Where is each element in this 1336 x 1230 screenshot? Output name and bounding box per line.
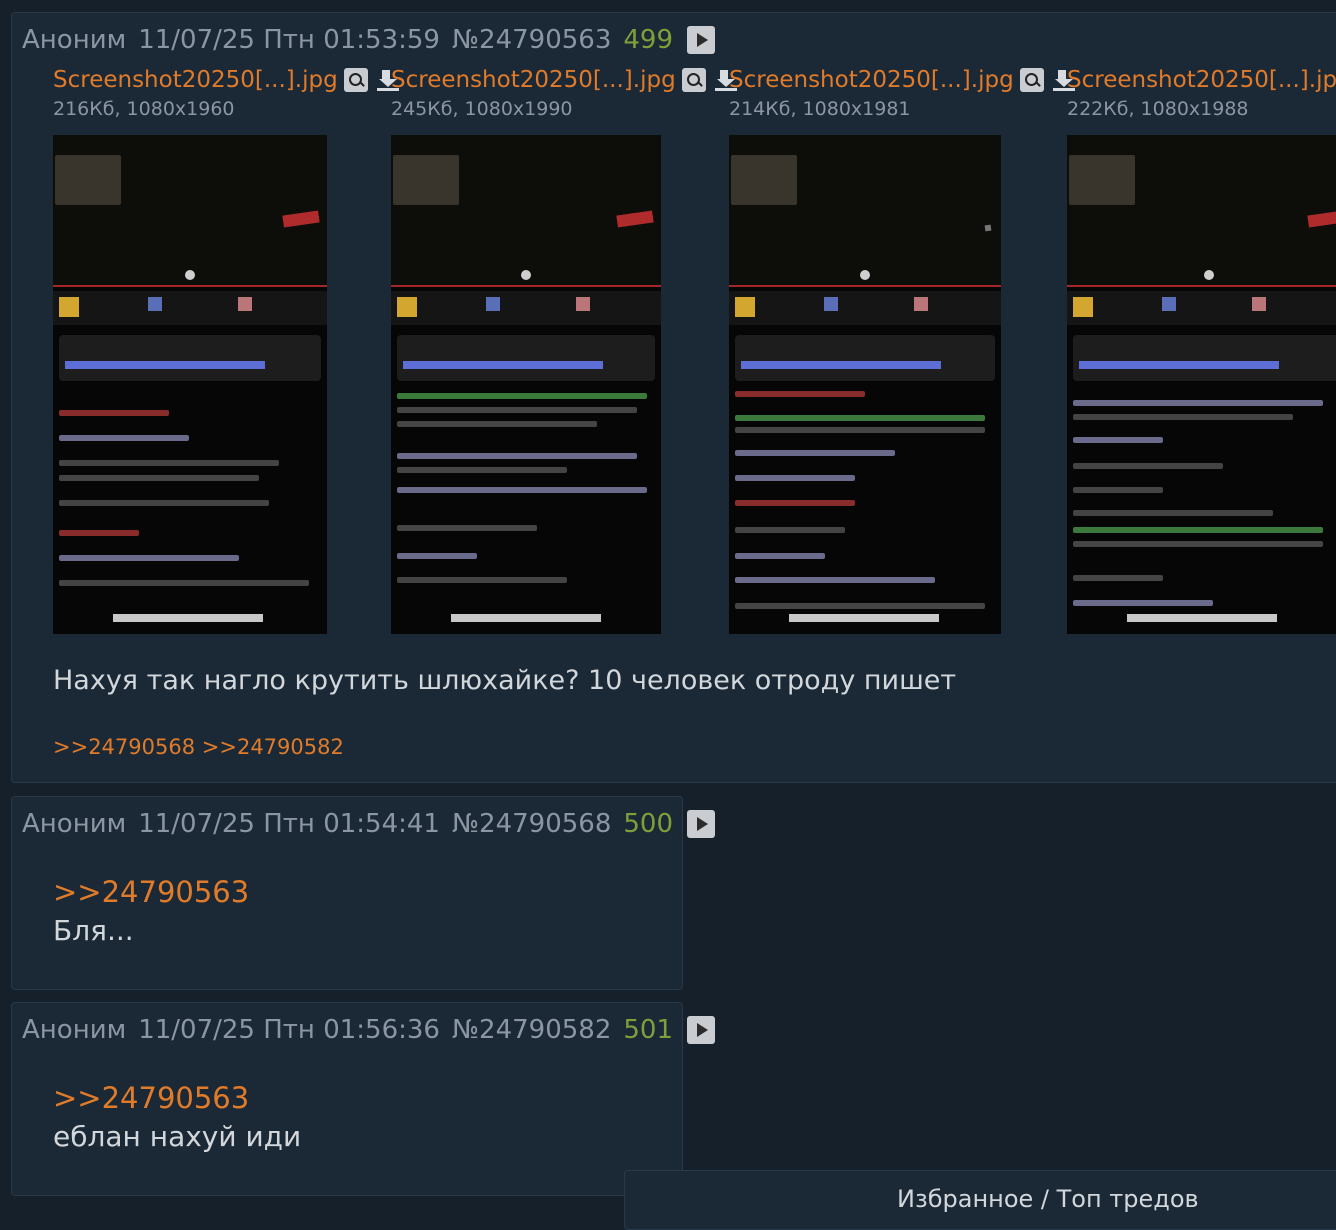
post-counter: 499 (623, 25, 674, 55)
file-name-link[interactable]: Screenshot20250[...].jpg (53, 67, 338, 93)
poster-name: Аноним (22, 809, 127, 839)
image-thumbnail[interactable] (1067, 135, 1336, 634)
expand-play-icon[interactable] (687, 810, 716, 838)
file-meta: 214Кб, 1080x1981 (729, 98, 911, 120)
post-counter: 500 (623, 809, 674, 839)
post-header: Аноним 11/07/25 Птн 01:53:59 №24790563 4… (22, 25, 727, 55)
post-header: Аноним 11/07/25 Птн 01:54:41 №24790568 5… (22, 809, 727, 839)
reply-link[interactable]: >>24790568 (53, 735, 195, 759)
file-meta: 245Кб, 1080x1990 (391, 98, 573, 120)
expand-play-icon[interactable] (687, 1016, 716, 1044)
file-attachment: Screenshot20250[...].jpg 214Кб, 1080x198… (729, 65, 1076, 121)
quote-link[interactable]: >>24790563 (53, 875, 249, 909)
post-counter: 501 (623, 1015, 674, 1045)
poster-name: Аноним (22, 1015, 127, 1045)
post-number[interactable]: №24790582 (452, 1015, 611, 1045)
post-date: 11/07/25 Птн 01:56:36 (138, 1015, 440, 1045)
reply-link[interactable]: >>24790582 (202, 735, 344, 759)
search-icon[interactable] (343, 68, 368, 92)
poster-name: Аноним (22, 25, 127, 55)
post: Аноним 11/07/25 Птн 01:53:59 №24790563 4… (11, 12, 1336, 783)
replies-list: >>24790568 >>24790582 (53, 735, 344, 759)
favorites-panel-title[interactable]: Избранное / Топ тредов (897, 1185, 1199, 1213)
file-name-link[interactable]: Screenshot20250[...].jpg (391, 67, 676, 93)
post: Аноним 11/07/25 Птн 01:54:41 №24790568 5… (11, 796, 716, 990)
post-message: Бля... (53, 914, 134, 947)
quote-link[interactable]: >>24790563 (53, 1081, 249, 1115)
file-attachment: Screenshot20250[...].jpg 245Кб, 1080x199… (391, 65, 738, 121)
file-name-link[interactable]: Screenshot20250[...].jpg (1067, 67, 1336, 93)
post-date: 11/07/25 Птн 01:54:41 (138, 809, 440, 839)
file-meta: 222Кб, 1080x1988 (1067, 98, 1249, 120)
file-meta: 216Кб, 1080x1960 (53, 98, 235, 120)
post-number[interactable]: №24790563 (452, 25, 611, 55)
image-thumbnail[interactable] (729, 135, 1001, 634)
post-number[interactable]: №24790568 (452, 809, 611, 839)
search-icon[interactable] (681, 68, 706, 92)
image-thumbnail[interactable] (53, 135, 327, 634)
search-icon[interactable] (1019, 68, 1044, 92)
post-header: Аноним 11/07/25 Птн 01:56:36 №24790582 5… (22, 1015, 727, 1045)
image-thumbnail[interactable] (391, 135, 661, 634)
file-name-link[interactable]: Screenshot20250[...].jpg (729, 67, 1014, 93)
file-attachment: Screenshot20250[...].jpg 216Кб, 1080x196… (53, 65, 400, 121)
file-attachment: Screenshot20250[...].jpg 222Кб, 1080x198… (1067, 65, 1336, 121)
post-message: еблан нахуй иди (53, 1120, 302, 1153)
favorites-panel[interactable]: Избранное / Топ тредов (624, 1170, 1336, 1230)
expand-play-icon[interactable] (687, 26, 716, 54)
post-message: Нахуя так нагло крутить шлюхайке? 10 чел… (53, 665, 957, 696)
post-date: 11/07/25 Птн 01:53:59 (138, 25, 440, 55)
post: Аноним 11/07/25 Птн 01:56:36 №24790582 5… (11, 1002, 716, 1196)
